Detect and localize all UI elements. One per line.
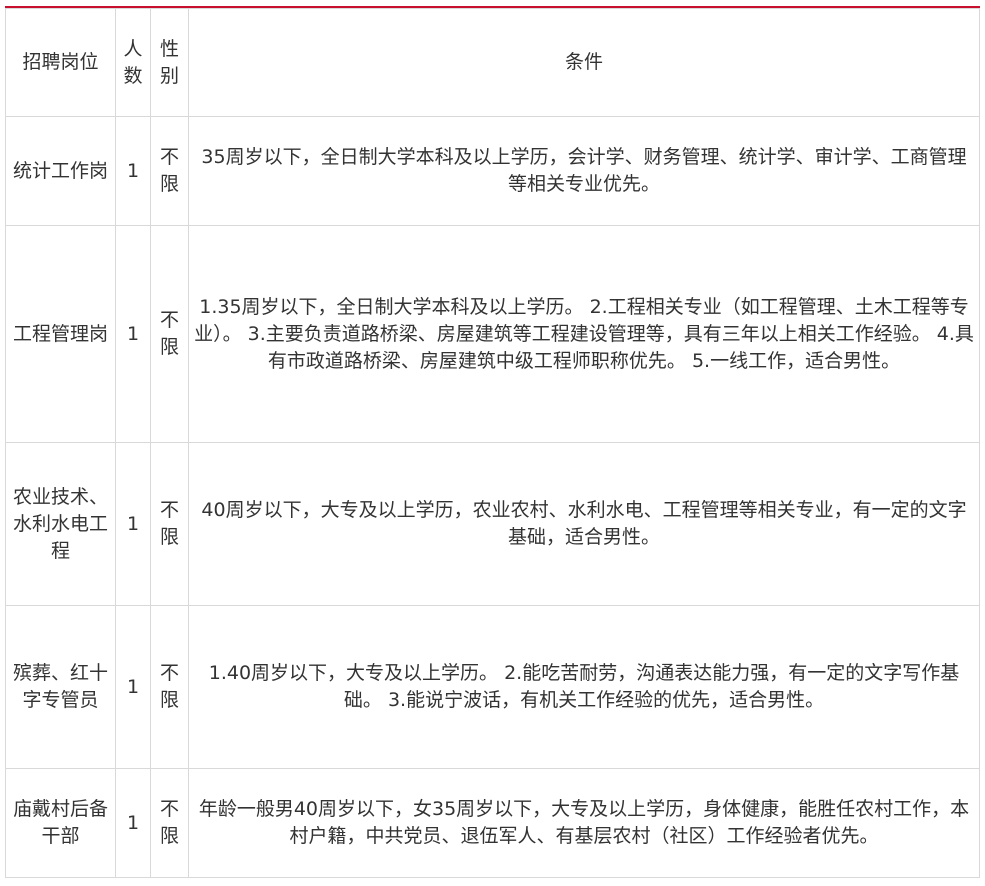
table-row: 庙戴村后备干部 1 不限 年龄一般男40周岁以下，女35周岁以下，大专及以上学历… [5, 768, 980, 878]
gender-cell: 不限 [150, 605, 189, 769]
position-cell: 统计工作岗 [5, 116, 116, 226]
count-cell: 1 [115, 442, 151, 606]
header-conditions: 条件 [188, 8, 980, 117]
conditions-cell: 1.35周岁以下，全日制大学本科及以上学历。 2.工程相关专业（如工程管理、土木… [188, 225, 980, 443]
table-row: 殡葬、红十字专管员 1 不限 1.40周岁以下，大专及以上学历。 2.能吃苦耐劳… [5, 605, 980, 769]
gender-cell: 不限 [150, 225, 189, 443]
header-count: 人数 [115, 8, 151, 117]
count-cell: 1 [115, 768, 151, 878]
conditions-cell: 40周岁以下，大专及以上学历，农业农村、水利水电、工程管理等相关专业，有一定的文… [188, 442, 980, 606]
gender-cell: 不限 [150, 442, 189, 606]
header-row: 招聘岗位 人数 性别 条件 [5, 8, 980, 117]
position-cell: 农业技术、水利水电工程 [5, 442, 116, 606]
position-cell: 殡葬、红十字专管员 [5, 605, 116, 769]
count-cell: 1 [115, 225, 151, 443]
conditions-cell: 1.40周岁以下，大专及以上学历。 2.能吃苦耐劳，沟通表达能力强，有一定的文字… [188, 605, 980, 769]
table-row: 农业技术、水利水电工程 1 不限 40周岁以下，大专及以上学历，农业农村、水利水… [5, 442, 980, 606]
position-cell: 庙戴村后备干部 [5, 768, 116, 878]
conditions-cell: 35周岁以下，全日制大学本科及以上学历，会计学、财务管理、统计学、审计学、工商管… [188, 116, 980, 226]
header-position: 招聘岗位 [5, 8, 116, 117]
position-cell: 工程管理岗 [5, 225, 116, 443]
table-header: 招聘岗位 人数 性别 条件 [5, 8, 980, 117]
recruitment-table: 招聘岗位 人数 性别 条件 统计工作岗 1 不限 35周岁以下，全日制大学本科及… [5, 8, 980, 878]
table-row: 工程管理岗 1 不限 1.35周岁以下，全日制大学本科及以上学历。 2.工程相关… [5, 225, 980, 443]
gender-cell: 不限 [150, 768, 189, 878]
conditions-cell: 年龄一般男40周岁以下，女35周岁以下，大专及以上学历，身体健康，能胜任农村工作… [188, 768, 980, 878]
header-gender: 性别 [150, 8, 189, 117]
count-cell: 1 [115, 605, 151, 769]
gender-cell: 不限 [150, 116, 189, 226]
table-row: 统计工作岗 1 不限 35周岁以下，全日制大学本科及以上学历，会计学、财务管理、… [5, 116, 980, 226]
table-body: 统计工作岗 1 不限 35周岁以下，全日制大学本科及以上学历，会计学、财务管理、… [5, 116, 980, 878]
count-cell: 1 [115, 116, 151, 226]
